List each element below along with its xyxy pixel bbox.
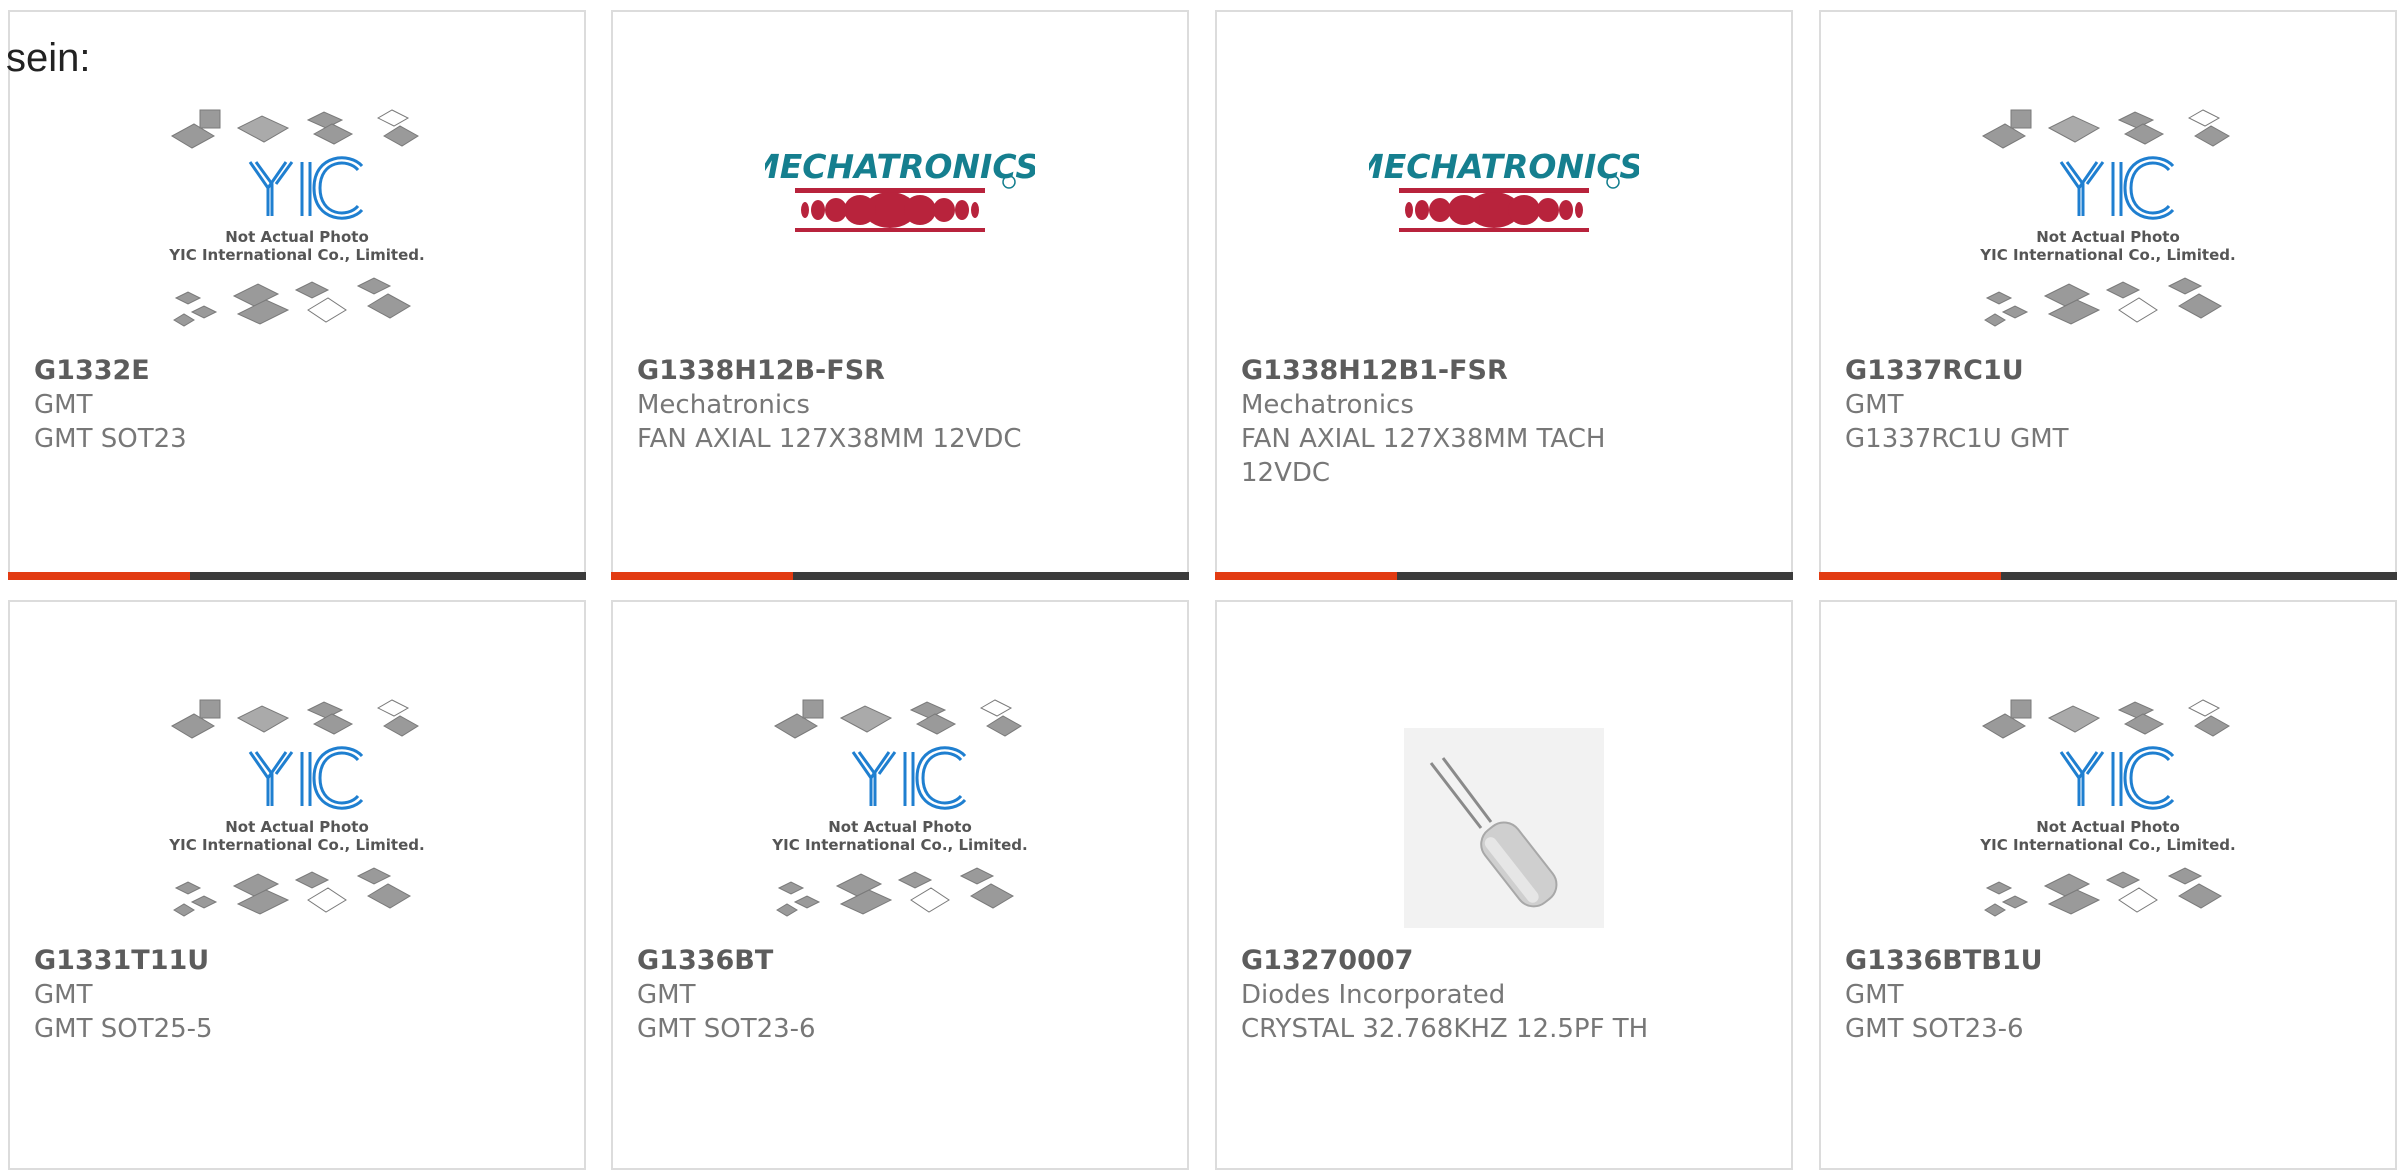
- part-number[interactable]: G1337RC1U: [1845, 354, 2345, 388]
- placeholder-caption-line1: Not Actual Photo: [828, 818, 972, 836]
- product-card[interactable]: MECHATRONICS G1338H12B-FSR Mechatronics FA…: [611, 10, 1189, 580]
- card-accent-bar: [1819, 572, 2397, 580]
- product-description: GMT SOT25-5: [34, 1014, 213, 1044]
- mechatronics-logo-image: MECHATRONICS: [1369, 147, 1639, 232]
- accent-bar-fill: [1215, 572, 1398, 580]
- placeholder-caption-line2: YIC International Co., Limited.: [168, 836, 424, 854]
- product-card[interactable]: Not Actual Photo YIC International Co., …: [1819, 600, 2397, 1170]
- part-number[interactable]: G13270007: [1241, 944, 1741, 978]
- part-number[interactable]: G1336BT: [637, 944, 1137, 978]
- product-description: GMT SOT23: [34, 424, 187, 454]
- product-description: G1337RC1U GMT: [1845, 424, 2069, 454]
- manufacturer: GMT: [34, 390, 93, 420]
- product-description: GMT SOT23-6: [637, 1014, 816, 1044]
- manufacturer: GMT: [1845, 980, 1904, 1010]
- product-card[interactable]: Not Actual Photo YIC International Co., …: [611, 600, 1189, 1170]
- placeholder-caption-line1: Not Actual Photo: [225, 228, 369, 246]
- part-number[interactable]: G1331T11U: [34, 944, 534, 978]
- product-meta: G1336BTB1U GMT GMT SOT23-6: [1845, 944, 2345, 1046]
- product-meta: G1331T11U GMT GMT SOT25-5: [34, 944, 534, 1046]
- product-meta: G13270007 Diodes Incorporated CRYSTAL 32.7…: [1241, 944, 1741, 1046]
- mechatronics-logo-text: MECHATRONICS: [765, 147, 1035, 186]
- product-description: FAN AXIAL 127X38MM 12VDC: [637, 424, 1022, 454]
- placeholder-caption-line2: YIC International Co., Limited.: [1979, 246, 2235, 264]
- not-actual-photo-image: Not Actual Photo YIC International Co., …: [1979, 699, 2236, 917]
- product-card[interactable]: Not Actual Photo YIC International Co., …: [8, 600, 586, 1170]
- product-meta: G1336BT GMT GMT SOT23-6: [637, 944, 1137, 1046]
- mechatronics-logo-text: MECHATRONICS: [1369, 147, 1639, 186]
- manufacturer: Mechatronics: [637, 390, 810, 420]
- not-actual-photo-image: Not Actual Photo YIC International Co., …: [771, 699, 1028, 917]
- manufacturer: GMT: [637, 980, 696, 1010]
- placeholder-caption-line1: Not Actual Photo: [2036, 228, 2180, 246]
- product-card[interactable]: MECHATRONICS G1338H12B1-FSR Mechatronics F…: [1215, 10, 1793, 580]
- mechatronics-logo-image: MECHATRONICS: [765, 147, 1035, 232]
- product-card[interactable]: Not Actual Photo YIC International Co., …: [8, 10, 586, 580]
- card-accent-bar: [611, 572, 1189, 580]
- manufacturer: GMT: [34, 980, 93, 1010]
- not-actual-photo-image: Not Actual Photo YIC International Co., …: [168, 699, 425, 917]
- part-number[interactable]: G1338H12B-FSR: [637, 354, 1137, 388]
- page-lead-text: sein:: [6, 36, 91, 80]
- part-number[interactable]: G1338H12B1-FSR: [1241, 354, 1741, 388]
- placeholder-caption-line1: Not Actual Photo: [2036, 818, 2180, 836]
- product-card[interactable]: Not Actual Photo YIC International Co., …: [1819, 10, 2397, 580]
- product-meta: G1338H12B-FSR Mechatronics FAN AXIAL 127X3…: [637, 354, 1137, 456]
- part-number[interactable]: G1332E: [34, 354, 534, 388]
- product-grid: Not Actual Photo YIC International Co., …: [0, 0, 2400, 1170]
- card-accent-bar: [8, 572, 586, 580]
- manufacturer: GMT: [1845, 390, 1904, 420]
- product-meta: G1332E GMT GMT SOT23: [34, 354, 534, 456]
- accent-bar-fill: [611, 572, 794, 580]
- not-actual-photo-image: Not Actual Photo YIC International Co., …: [1979, 109, 2236, 327]
- product-description: GMT SOT23-6: [1845, 1014, 2024, 1044]
- product-meta: G1337RC1U GMT G1337RC1U GMT: [1845, 354, 2345, 456]
- accent-bar-fill: [8, 572, 191, 580]
- not-actual-photo-image: Not Actual Photo YIC International Co., …: [168, 109, 425, 327]
- placeholder-caption-line2: YIC International Co., Limited.: [1979, 836, 2235, 854]
- product-card[interactable]: G13270007 Diodes Incorporated CRYSTAL 32.7…: [1215, 600, 1793, 1170]
- crystal-product-photo: [1404, 728, 1604, 928]
- product-description: CRYSTAL 32.768KHZ 12.5PF TH: [1241, 1014, 1649, 1044]
- card-accent-bar: [1215, 572, 1793, 580]
- placeholder-caption-line2: YIC International Co., Limited.: [771, 836, 1027, 854]
- placeholder-caption-line2: YIC International Co., Limited.: [168, 246, 424, 264]
- accent-bar-fill: [1819, 572, 2002, 580]
- part-number[interactable]: G1336BTB1U: [1845, 944, 2345, 978]
- manufacturer: Mechatronics: [1241, 390, 1414, 420]
- manufacturer: Diodes Incorporated: [1241, 980, 1506, 1010]
- product-description: FAN AXIAL 127X38MM TACH 12VDC: [1241, 424, 1606, 488]
- product-meta: G1338H12B1-FSR Mechatronics FAN AXIAL 127X…: [1241, 354, 1741, 490]
- placeholder-caption-line1: Not Actual Photo: [225, 818, 369, 836]
